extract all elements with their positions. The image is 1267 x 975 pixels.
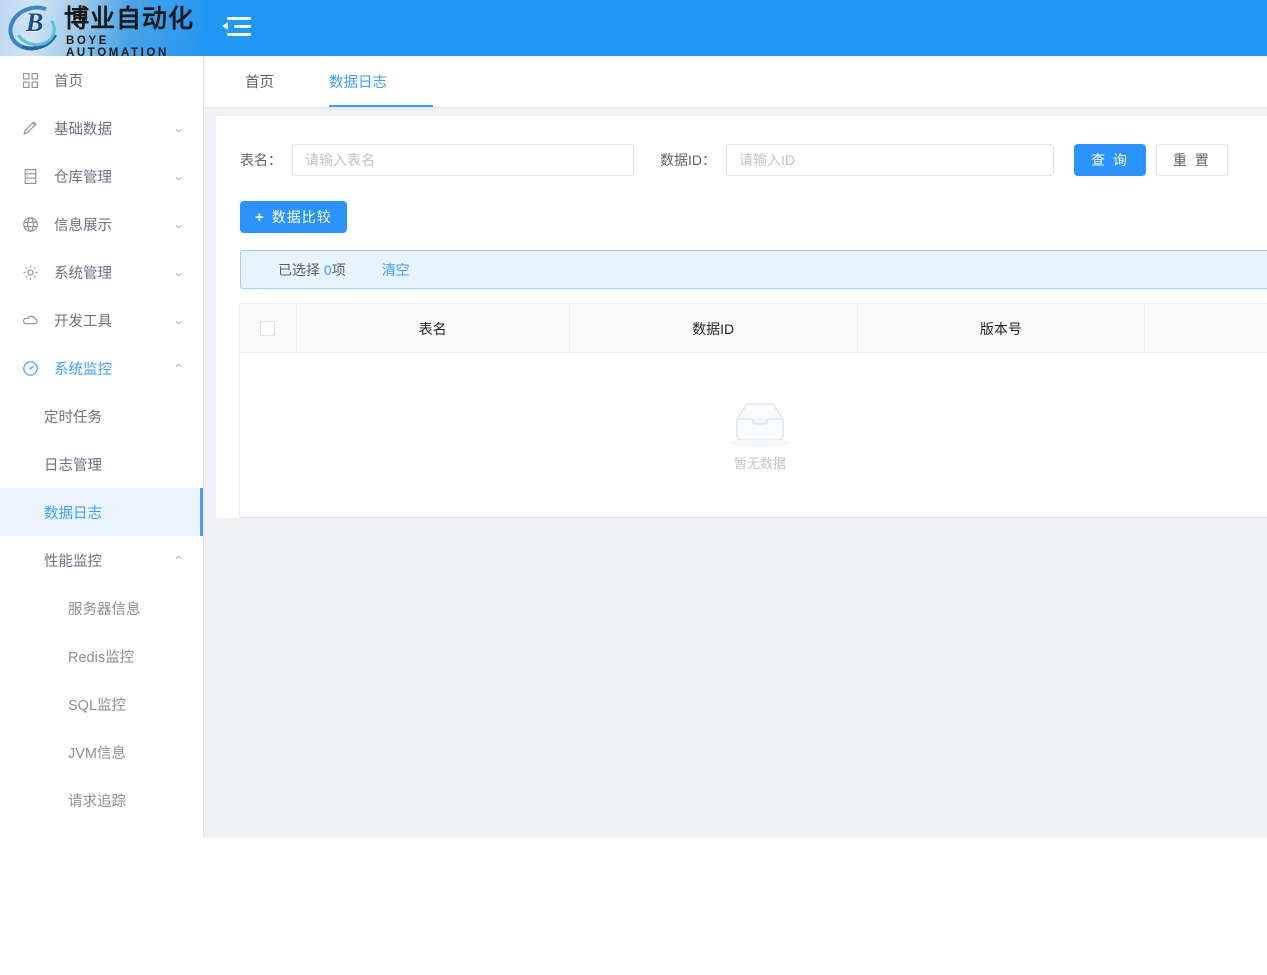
sidebar-subitem-label: 日志管理: [44, 457, 102, 474]
table-name-placeholder: 请输入表名: [305, 152, 375, 168]
tab-home[interactable]: 首页: [245, 56, 274, 107]
table-header-table-name[interactable]: 表名: [297, 304, 570, 353]
sidebar-subitem-label: 性能监控: [44, 553, 102, 570]
sidebar-subitem-label: 数据日志: [44, 505, 102, 522]
sidebar-subitem-label: 定时任务: [44, 409, 102, 426]
empty-state-text: 暂无数据: [733, 456, 786, 471]
data-id-label: 数据ID：: [660, 152, 716, 168]
table-empty-state: 暂无数据: [240, 353, 1267, 517]
sidebar-item-label: 基础数据: [54, 121, 112, 138]
brand-name-cn: 博业自动化: [64, 5, 195, 33]
data-id-input[interactable]: 请输入ID: [726, 144, 1054, 176]
tab-label: 首页: [245, 75, 274, 91]
warehouse-icon: [22, 167, 44, 185]
brand-logo[interactable]: B 博业自动化 BOYE AUTOMATION: [0, 0, 204, 56]
sidebar-item-basic-data[interactable]: 基础数据 ⌄: [0, 104, 203, 152]
sidebar-item-server-info[interactable]: 服务器信息: [0, 584, 203, 632]
sidebar-item-redis-monitor[interactable]: Redis监控: [0, 632, 203, 680]
sidebar-nav: 首页 基础数据 ⌄ 仓库管理 ⌄ 信息展示 ⌄ 系统管理 ⌄ 开发工具 ⌄ 系统…: [0, 56, 204, 838]
sidebar-item-sql-monitor[interactable]: SQL监控: [0, 680, 203, 728]
search-form: 表名： 请输入表名 数据ID： 请输入ID 查 询 重 置: [240, 144, 1228, 176]
reset-button[interactable]: 重 置: [1155, 144, 1228, 176]
sidebar-item-log-management[interactable]: 日志管理: [0, 440, 203, 488]
sidebar-item-home[interactable]: 首页: [0, 56, 203, 104]
chevron-up-icon: ⌃: [172, 554, 185, 567]
sidebar-item-label: 首页: [54, 73, 83, 90]
sidebar-subitem-label: SQL监控: [68, 697, 127, 714]
data-log-table: 表名 数据ID 版本号 暂无数据: [239, 303, 1267, 518]
chevron-down-icon: ⌄: [172, 218, 185, 231]
table-name-input[interactable]: 请输入表名: [292, 144, 634, 176]
collapse-icon-line-1: [227, 17, 251, 20]
table-header-selection: [240, 304, 297, 353]
chevron-down-icon: ⌄: [172, 314, 185, 327]
sidebar-item-performance-monitor[interactable]: 性能监控 ⌃: [0, 536, 203, 584]
data-compare-label: 数据比较: [271, 209, 332, 225]
pen-icon: [22, 119, 44, 137]
sidebar-item-label: 系统监控: [54, 361, 112, 378]
selection-prefix: 已选择: [278, 261, 320, 278]
clear-selection-link[interactable]: 清空: [382, 260, 410, 280]
sidebar-item-jvm-info[interactable]: JVM信息: [0, 728, 203, 776]
selection-suffix: 项: [331, 261, 346, 278]
selection-count-text: 已选择 0项: [278, 260, 346, 280]
monitor-icon: [22, 359, 44, 377]
sidebar-item-system-monitor[interactable]: 系统监控 ⌃: [0, 344, 203, 392]
globe-icon: [22, 215, 44, 233]
logo-b-mark: B: [26, 8, 44, 37]
table-header-version[interactable]: 版本号: [858, 304, 1146, 353]
collapse-icon-arrow: [222, 22, 228, 30]
query-button[interactable]: 查 询: [1074, 144, 1146, 176]
sidebar-item-scheduled-task[interactable]: 定时任务: [0, 392, 203, 440]
sidebar-item-label: 开发工具: [54, 313, 112, 330]
brand-name-en: BOYE AUTOMATION: [66, 35, 169, 56]
table-header-overflow: [1145, 304, 1267, 353]
sidebar-item-label: 仓库管理: [54, 169, 112, 186]
table-header-data-id[interactable]: 数据ID: [570, 304, 858, 353]
top-header-bar: [204, 0, 1267, 56]
data-compare-button[interactable]: + 数据比较: [240, 201, 347, 233]
cloud-icon: [22, 311, 44, 329]
selection-status-bar: 已选择 0项 清空: [240, 250, 1267, 289]
dashboard-icon: [22, 71, 44, 89]
sidebar-subitem-label: Redis监控: [68, 649, 135, 666]
gear-icon: [22, 263, 44, 281]
sidebar-item-label: 信息展示: [54, 217, 112, 234]
empty-icon-shadow: [730, 439, 790, 447]
table-header-row: 表名 数据ID 版本号: [240, 304, 1267, 353]
select-all-checkbox[interactable]: [260, 321, 276, 336]
empty-inbox-icon: [727, 399, 793, 447]
sidebar-item-request-trace[interactable]: 请求追踪: [0, 776, 203, 824]
sidebar-item-warehouse[interactable]: 仓库管理 ⌄: [0, 152, 203, 200]
tab-label: 数据日志: [329, 75, 387, 91]
app-root: B 博业自动化 BOYE AUTOMATION 首页 基础数据 ⌄ 仓库管理 ⌄…: [0, 0, 1267, 838]
chevron-down-icon: ⌄: [172, 266, 185, 279]
chevron-down-icon: ⌄: [172, 122, 185, 135]
plus-icon: +: [255, 208, 265, 226]
chevron-up-icon: ⌃: [172, 362, 185, 375]
sidebar-item-dev-tools[interactable]: 开发工具 ⌄: [0, 296, 203, 344]
tab-data-log[interactable]: 数据日志: [329, 56, 433, 107]
sidebar-item-data-log[interactable]: 数据日志: [0, 488, 203, 536]
collapse-menu-icon[interactable]: [222, 12, 252, 42]
sidebar-item-label: 系统管理: [54, 265, 112, 282]
data-id-placeholder: 请输入ID: [739, 152, 795, 168]
selection-count: 0: [323, 261, 332, 278]
collapse-icon-line-2: [234, 25, 251, 28]
sidebar-subitem-label: 服务器信息: [68, 601, 141, 618]
sidebar-subitem-label: 请求追踪: [68, 793, 126, 810]
sidebar-subitem-label: JVM信息: [68, 745, 126, 762]
tabs-bar: 首页 数据日志: [204, 56, 1267, 108]
sidebar-item-system-management[interactable]: 系统管理 ⌄: [0, 248, 203, 296]
sidebar-item-info-display[interactable]: 信息展示 ⌄: [0, 200, 203, 248]
chevron-down-icon: ⌄: [172, 170, 185, 183]
table-name-label: 表名：: [240, 152, 282, 168]
collapse-icon-line-3: [227, 33, 251, 36]
page-bottom-blank: [0, 838, 1267, 975]
